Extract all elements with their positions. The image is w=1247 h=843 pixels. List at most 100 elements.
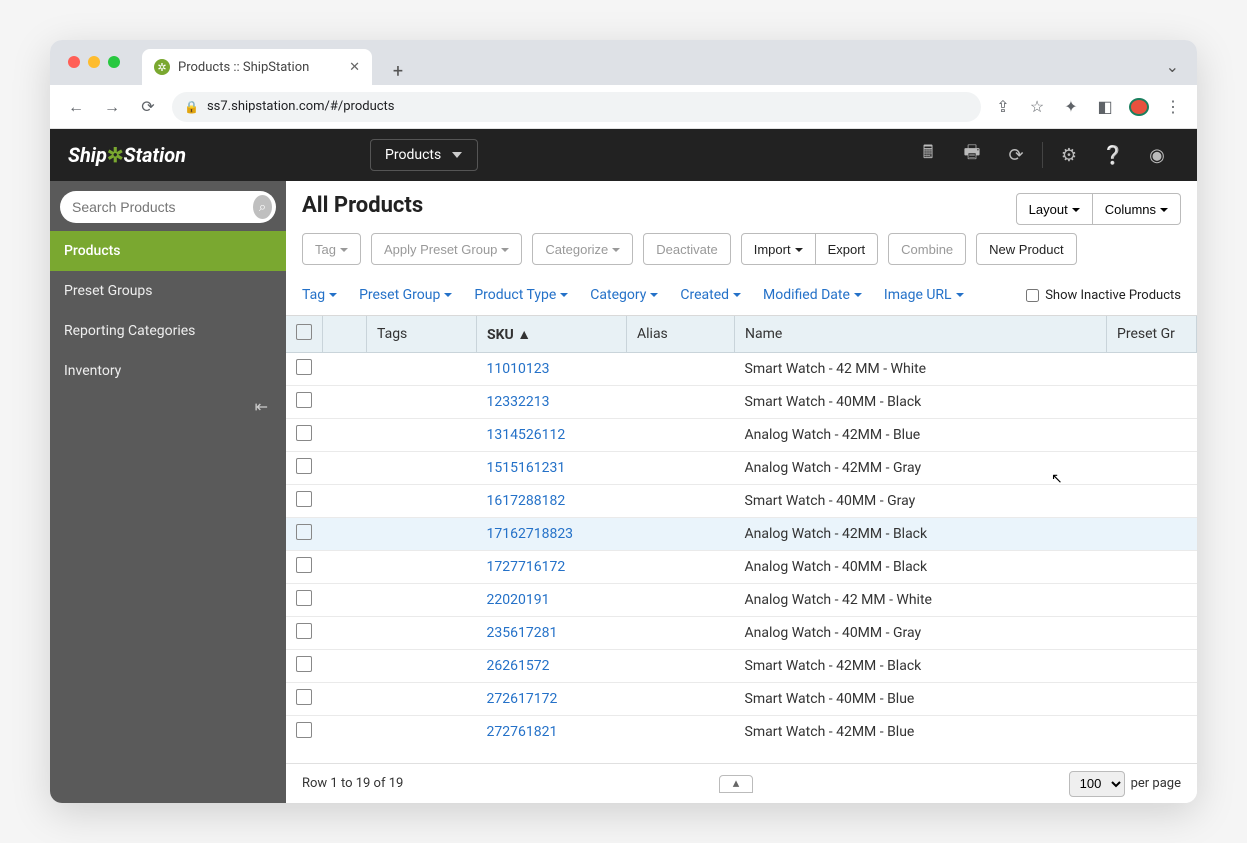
col-sku[interactable]: SKU ▲ — [477, 316, 627, 353]
calculator-icon[interactable]: 🖩 — [906, 140, 950, 170]
sidebar-item-inventory[interactable]: Inventory — [50, 351, 286, 391]
search-input[interactable] — [72, 199, 253, 215]
browser-tab[interactable]: ✲ Products :: ShipStation ✕ — [142, 49, 372, 85]
row-checkbox[interactable] — [296, 623, 312, 639]
horizontal-scrollbar[interactable] — [286, 745, 1197, 763]
table-row[interactable]: 17162718823Analog Watch - 42MM - Black — [286, 518, 1197, 551]
sidebar-item-reporting-categories[interactable]: Reporting Categories — [50, 311, 286, 351]
export-button[interactable]: Export — [816, 233, 879, 265]
row-checkbox[interactable] — [296, 392, 312, 408]
row-checkbox[interactable] — [296, 722, 312, 738]
categorize-button[interactable]: Categorize — [532, 233, 633, 265]
sidebar-collapse-icon[interactable]: ⇤ — [250, 397, 278, 416]
table-row[interactable]: 272617172Smart Watch - 40MM - Blue — [286, 683, 1197, 716]
sku-link[interactable]: 1515161231 — [477, 452, 627, 485]
search-icon[interactable]: ⌕ — [253, 195, 272, 219]
sku-link[interactable]: 12332213 — [477, 386, 627, 419]
sku-link[interactable]: 22020191 — [477, 584, 627, 617]
nav-forward-icon[interactable]: → — [100, 97, 124, 117]
products-table[interactable]: TagsSKU ▲AliasNamePreset Gr 11010123 Smar… — [286, 315, 1197, 745]
account-icon[interactable]: ◉ — [1135, 145, 1179, 166]
columns-button[interactable]: Columns — [1093, 193, 1181, 225]
browser-menu-icon[interactable]: ⋮ — [1163, 97, 1183, 116]
sku-link[interactable]: 17162718823 — [477, 518, 627, 551]
row-checkbox[interactable] — [296, 524, 312, 540]
settings-icon[interactable]: ⚙ — [1047, 145, 1091, 166]
table-row[interactable]: 1617288182Smart Watch - 40MM - Gray — [286, 485, 1197, 518]
per-page-select[interactable]: 100 — [1069, 771, 1125, 797]
row-checkbox[interactable] — [296, 359, 312, 375]
row-checkbox[interactable] — [296, 656, 312, 672]
row-checkbox[interactable] — [296, 425, 312, 441]
col-blank[interactable] — [323, 316, 367, 353]
filter-product-type[interactable]: Product Type — [474, 287, 568, 303]
bookmark-icon[interactable]: ☆ — [1027, 97, 1047, 116]
show-inactive-checkbox[interactable] — [1026, 289, 1039, 302]
tab-close-icon[interactable]: ✕ — [349, 60, 360, 75]
row-checkbox[interactable] — [296, 590, 312, 606]
sku-link[interactable]: 11010123 — [477, 353, 627, 386]
filter-preset-group[interactable]: Preset Group — [359, 287, 452, 303]
row-checkbox[interactable] — [296, 689, 312, 705]
deactivate-button[interactable]: Deactivate — [643, 233, 730, 265]
row-checkbox[interactable] — [296, 491, 312, 507]
new-product-button[interactable]: New Product — [976, 233, 1076, 265]
layout-button[interactable]: Layout — [1016, 193, 1093, 225]
row-checkbox[interactable] — [296, 458, 312, 474]
window-minimize[interactable] — [88, 56, 100, 68]
table-row[interactable]: 272761821Smart Watch - 42MM - Blue — [286, 716, 1197, 746]
col-name[interactable]: Name — [735, 316, 1107, 353]
help-icon[interactable]: ❔ — [1091, 145, 1135, 166]
col-preset-gr[interactable]: Preset Gr — [1107, 316, 1197, 353]
sku-link[interactable]: 272761821 — [477, 716, 627, 746]
table-row[interactable]: 11010123 Smart Watch - 42 MM - White — [286, 353, 1197, 386]
nav-back-icon[interactable]: ← — [64, 97, 88, 117]
table-row[interactable]: 235617281Analog Watch - 40MM - Gray — [286, 617, 1197, 650]
sidebar-item-products[interactable]: Products — [50, 231, 286, 271]
url-input[interactable]: 🔒 ss7.shipstation.com/#/products — [172, 92, 981, 122]
sku-link[interactable]: 1617288182 — [477, 485, 627, 518]
table-row[interactable]: 1515161231Analog Watch - 42MM - Gray — [286, 452, 1197, 485]
apply-preset-button[interactable]: Apply Preset Group — [371, 233, 522, 265]
filter-created[interactable]: Created — [680, 287, 741, 303]
footer-expand-icon[interactable]: ▴ — [719, 775, 753, 793]
sku-link[interactable]: 26261572 — [477, 650, 627, 683]
select-all-checkbox[interactable] — [296, 324, 312, 340]
import-button[interactable]: Import — [741, 233, 816, 265]
table-row[interactable]: 1727716172Analog Watch - 40MM - Black — [286, 551, 1197, 584]
share-icon[interactable]: ⇪ — [993, 97, 1013, 116]
extensions-icon[interactable]: ✦ — [1061, 97, 1081, 116]
profile-avatar[interactable] — [1129, 97, 1149, 116]
nav-reload-icon[interactable]: ⟳ — [136, 97, 160, 116]
sku-link[interactable]: 1314526112 — [477, 419, 627, 452]
table-row[interactable]: 22020191Analog Watch - 42 MM - White — [286, 584, 1197, 617]
filter-tag[interactable]: Tag — [302, 287, 337, 303]
new-tab-button[interactable]: + — [384, 57, 412, 85]
section-dropdown[interactable]: Products — [370, 139, 478, 171]
refresh-icon[interactable]: ⟳ — [994, 145, 1038, 166]
sku-link[interactable]: 272617172 — [477, 683, 627, 716]
filter-category[interactable]: Category — [590, 287, 658, 303]
product-name: Smart Watch - 42 MM - White — [735, 353, 1107, 386]
col-tags[interactable]: Tags — [367, 316, 477, 353]
sku-link[interactable]: 1727716172 — [477, 551, 627, 584]
tabs-dropdown-icon[interactable]: ⌄ — [1166, 57, 1179, 76]
sidebar-item-preset-groups[interactable]: Preset Groups — [50, 271, 286, 311]
table-row[interactable]: 26261572Smart Watch - 42MM - Black — [286, 650, 1197, 683]
filter-image-url[interactable]: Image URL — [884, 287, 964, 303]
table-row[interactable]: 1314526112Analog Watch - 42MM - Blue — [286, 419, 1197, 452]
sidepanel-icon[interactable]: ◧ — [1095, 97, 1115, 116]
tag-button[interactable]: Tag — [302, 233, 361, 265]
sidebar-search[interactable]: ⌕ — [60, 191, 276, 223]
sku-link[interactable]: 235617281 — [477, 617, 627, 650]
brand-logo[interactable]: Ship✲Station — [68, 143, 186, 167]
col-alias[interactable]: Alias — [627, 316, 735, 353]
window-maximize[interactable] — [108, 56, 120, 68]
window-close[interactable] — [68, 56, 80, 68]
combine-button[interactable]: Combine — [888, 233, 966, 265]
col-checkbox[interactable] — [286, 316, 323, 353]
filter-modified-date[interactable]: Modified Date — [763, 287, 862, 303]
print-icon[interactable]: 🖶 — [950, 140, 994, 170]
table-row[interactable]: 12332213Smart Watch - 40MM - Black — [286, 386, 1197, 419]
row-checkbox[interactable] — [296, 557, 312, 573]
